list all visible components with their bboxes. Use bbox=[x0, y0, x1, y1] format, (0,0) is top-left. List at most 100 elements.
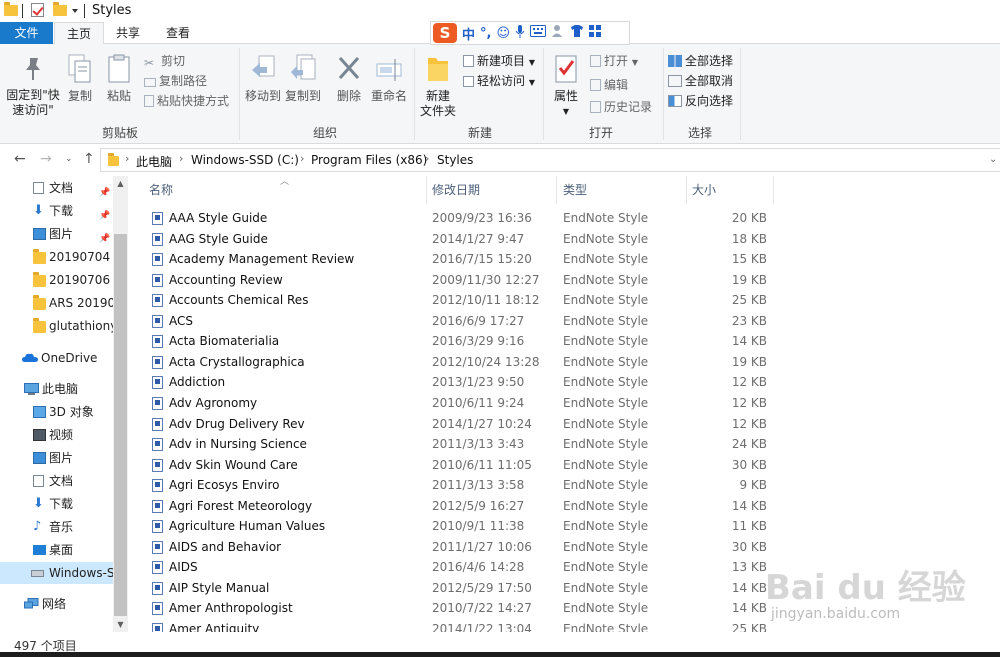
table-row[interactable]: Agri Forest Meteorology 2012/5/9 16:27 End… bbox=[140, 496, 1000, 517]
chevron-down-icon[interactable]: ⌄ bbox=[989, 154, 997, 165]
nav-item-downloads-pinned[interactable]: ⬇ 下载 📌 bbox=[0, 200, 113, 222]
tab-view[interactable]: 查看 bbox=[154, 22, 202, 44]
table-row[interactable]: Adv in Nursing Science 2011/3/13 3:43 EndN… bbox=[140, 434, 1000, 455]
table-row[interactable]: Amer Antiquity 2014/1/22 13:04 EndNote Sty… bbox=[140, 619, 1000, 632]
table-row[interactable]: ACS 2016/6/9 17:27 EndNote Style 23 KB bbox=[140, 311, 1000, 332]
nav-item-folder-20190706[interactable]: 20190706 bbox=[0, 269, 113, 291]
chevron-down-icon[interactable] bbox=[72, 9, 78, 13]
easy-access-button[interactable]: 轻松访问 ▼ bbox=[463, 72, 535, 90]
invert-selection-button[interactable]: 反向选择 bbox=[668, 92, 733, 110]
table-row[interactable]: Addiction 2013/1/23 9:50 EndNote Style 12 K… bbox=[140, 372, 1000, 393]
column-header-size[interactable]: 大小 bbox=[692, 176, 716, 204]
nav-item-videos[interactable]: 视频 bbox=[0, 424, 113, 446]
microphone-icon[interactable] bbox=[515, 24, 525, 42]
table-row[interactable]: Acta Biomaterialia 2016/3/29 9:16 EndNote … bbox=[140, 331, 1000, 352]
nav-item-pictures-pinned[interactable]: 图片 📌 bbox=[0, 223, 113, 245]
recent-locations-chevron-icon[interactable]: ⌄ bbox=[65, 154, 73, 164]
breadcrumb-program-files[interactable]: Program Files (x86) bbox=[311, 153, 427, 167]
nav-item-windows-drive[interactable]: Windows-S bbox=[0, 562, 113, 584]
table-row[interactable]: AIP Style Manual 2012/5/29 17:50 EndNote S… bbox=[140, 578, 1000, 599]
open-button[interactable]: 打开 ▼ bbox=[590, 52, 638, 70]
nav-item-folder-glutathiony[interactable]: glutathiony bbox=[0, 315, 113, 337]
new-folder-quick-icon[interactable] bbox=[53, 2, 67, 16]
nav-item-this-pc[interactable]: 此电脑 bbox=[0, 378, 113, 400]
table-row[interactable]: Accounts Chemical Res 2012/10/11 18:12 End… bbox=[140, 290, 1000, 311]
table-row[interactable]: Adv Agronomy 2010/6/11 9:24 EndNote Style 1… bbox=[140, 393, 1000, 414]
keyboard-icon[interactable] bbox=[530, 25, 547, 41]
grid-menu-icon[interactable] bbox=[589, 24, 602, 42]
nav-item-folder-20190704[interactable]: 20190704 bbox=[0, 246, 113, 268]
column-header-name[interactable]: 名称 bbox=[149, 176, 173, 204]
breadcrumb-this-pc[interactable]: 此电脑 bbox=[136, 153, 172, 170]
copy-to-button[interactable]: 复制到 bbox=[284, 54, 322, 104]
skin-icon[interactable] bbox=[570, 24, 584, 42]
nav-item-onedrive[interactable]: OneDrive bbox=[0, 347, 113, 369]
address-bar[interactable]: › 此电脑 › Windows-SSD (C:) › Program Files… bbox=[100, 148, 1000, 172]
chevron-right-icon[interactable]: › bbox=[300, 152, 304, 165]
chevron-right-icon[interactable]: › bbox=[125, 152, 129, 165]
sogou-logo-icon[interactable]: S bbox=[433, 23, 457, 43]
table-row[interactable]: Acta Crystallographica 2012/10/24 13:28 En… bbox=[140, 352, 1000, 373]
column-divider[interactable] bbox=[773, 176, 774, 204]
breadcrumb-styles[interactable]: Styles bbox=[437, 153, 473, 167]
paste-shortcut-button[interactable]: 粘贴快捷方式 bbox=[144, 92, 229, 110]
ime-emoji-icon[interactable]: ☺ bbox=[496, 26, 510, 41]
up-arrow-icon[interactable]: ↑ bbox=[83, 151, 95, 167]
nav-item-network[interactable]: 网络 bbox=[0, 593, 113, 615]
nav-item-desktop[interactable]: 桌面 bbox=[0, 539, 113, 561]
tab-file[interactable]: 文件 bbox=[0, 22, 53, 44]
column-divider[interactable] bbox=[556, 176, 557, 204]
copy-path-button[interactable]: 复制路径 bbox=[144, 72, 207, 90]
properties-button[interactable]: 属性 ▼ bbox=[548, 54, 584, 119]
chevron-right-icon[interactable]: › bbox=[425, 152, 429, 165]
table-row[interactable]: Agriculture Human Values 2010/9/1 11:38 En… bbox=[140, 516, 1000, 537]
scroll-down-arrow-icon[interactable]: ▼ bbox=[113, 617, 128, 632]
nav-item-folder-ars[interactable]: ARS 20190 bbox=[0, 292, 113, 314]
rename-button[interactable]: 重命名 bbox=[368, 54, 410, 104]
copy-button[interactable]: 复制 bbox=[64, 54, 96, 104]
nav-item-documents-pinned[interactable]: 文档 📌 bbox=[0, 177, 113, 199]
paste-button[interactable]: 粘贴 bbox=[103, 54, 135, 104]
table-row[interactable]: Agri Ecosys Enviro 2011/3/13 3:58 EndNote … bbox=[140, 475, 1000, 496]
table-row[interactable]: Accounting Review 2009/11/30 12:27 EndNote… bbox=[140, 270, 1000, 291]
nav-item-music[interactable]: ♪ 音乐 bbox=[0, 516, 113, 538]
back-arrow-icon[interactable]: ← bbox=[14, 151, 26, 167]
edit-button[interactable]: 编辑 bbox=[590, 76, 628, 94]
column-header-type[interactable]: 类型 bbox=[563, 176, 587, 204]
history-button[interactable]: 历史记录 bbox=[590, 98, 652, 116]
cut-button[interactable]: ✂ 剪切 bbox=[144, 52, 185, 70]
tab-home[interactable]: 主页 bbox=[54, 22, 104, 45]
table-row[interactable]: Adv Drug Delivery Rev 2014/1/27 10:24 EndN… bbox=[140, 414, 1000, 435]
scrollbar-thumb[interactable] bbox=[114, 234, 127, 616]
scroll-up-arrow-icon[interactable]: ▲ bbox=[113, 176, 128, 191]
user-icon[interactable] bbox=[551, 24, 565, 42]
column-divider[interactable] bbox=[426, 176, 427, 204]
table-row[interactable]: Amer Anthropologist 2010/7/22 14:27 EndNot… bbox=[140, 598, 1000, 619]
tab-share[interactable]: 共享 bbox=[106, 22, 150, 44]
table-row[interactable]: AAA Style Guide 2009/9/23 16:36 EndNote St… bbox=[140, 208, 1000, 229]
column-divider[interactable] bbox=[686, 176, 687, 204]
select-none-button[interactable]: 全部取消 bbox=[668, 72, 733, 90]
table-row[interactable]: Adv Skin Wound Care 2010/6/11 11:05 EndNot… bbox=[140, 455, 1000, 476]
ime-mode-icon[interactable]: 中 bbox=[462, 24, 475, 43]
nav-item-3d-objects[interactable]: 3D 对象 bbox=[0, 401, 113, 423]
forward-arrow-icon[interactable]: → bbox=[40, 151, 52, 167]
breadcrumb-drive[interactable]: Windows-SSD (C:) bbox=[191, 153, 299, 167]
table-row[interactable]: Academy Management Review 2016/7/15 15:20… bbox=[140, 249, 1000, 270]
pin-quick-access-button[interactable]: 固定到"快 速访问" bbox=[4, 54, 62, 118]
delete-button[interactable]: 删除 bbox=[333, 54, 365, 104]
new-folder-button[interactable]: 新建 文件夹 bbox=[418, 54, 458, 119]
nav-scrollbar[interactable]: ▲ ▼ bbox=[113, 176, 128, 632]
move-to-button[interactable]: 移动到 bbox=[244, 54, 282, 104]
chevron-right-icon[interactable]: › bbox=[179, 152, 183, 165]
table-row[interactable]: AIDS 2016/4/6 14:28 EndNote Style 13 KB bbox=[140, 557, 1000, 578]
table-row[interactable]: AIDS and Behavior 2011/1/27 10:06 EndNote … bbox=[140, 537, 1000, 558]
ime-punct-icon[interactable]: °, bbox=[480, 26, 491, 41]
table-row[interactable]: AAG Style Guide 2014/1/27 9:47 EndNote Sty… bbox=[140, 229, 1000, 250]
nav-item-pictures[interactable]: 图片 bbox=[0, 447, 113, 469]
nav-item-documents[interactable]: 文档 bbox=[0, 470, 113, 492]
select-all-button[interactable]: 全部选择 bbox=[668, 52, 733, 70]
nav-item-downloads[interactable]: ⬇ 下载 bbox=[0, 493, 113, 515]
new-item-button[interactable]: 新建项目 ▼ bbox=[463, 52, 535, 70]
column-header-date[interactable]: 修改日期 bbox=[432, 176, 480, 204]
